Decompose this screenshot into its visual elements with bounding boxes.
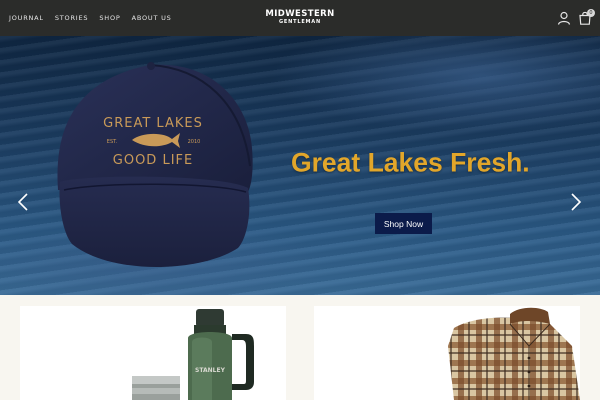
hat-text-bottom: GOOD LIFE [113,153,193,168]
trucker-hat-image: GREAT LAKES EST. 2010 GOOD LIFE [57,62,253,267]
chevron-right-icon[interactable] [570,193,582,211]
chevron-left-icon[interactable] [17,193,29,211]
growler-brand: STANLEY [195,367,226,374]
hero-headline: Great Lakes Fresh. [291,147,530,178]
shop-now-button[interactable]: Shop Now [375,213,432,234]
growler-image: STANLEY [132,309,254,400]
flannel-shirt-image [448,307,580,400]
cart-count-badge: 0 [587,9,595,17]
site-logo[interactable]: MIDWESTERN GENTLEMAN [262,10,338,25]
hat-year: 2010 [188,139,201,145]
nav-stories[interactable]: STORIES [55,14,88,22]
nav-about-us[interactable]: ABOUT US [132,14,172,22]
top-header: JOURNAL STORIES SHOP ABOUT US MIDWESTERN… [0,0,600,36]
hat-est: EST. [107,139,118,145]
nav-shop[interactable]: SHOP [99,14,120,22]
product-card-growler[interactable]: STANLEY [20,306,286,400]
hero-banner: GREAT LAKES EST. 2010 GOOD LIFE Great La… [0,36,600,295]
logo-line2: GENTLEMAN [279,18,321,25]
nav-journal[interactable]: JOURNAL [9,14,44,22]
user-icon[interactable] [557,11,571,25]
hat-text-top: GREAT LAKES [103,116,203,131]
main-nav: JOURNAL STORIES SHOP ABOUT US [9,0,172,36]
logo-line1: MIDWESTERN [265,9,335,19]
product-card-flannel[interactable] [314,306,580,400]
